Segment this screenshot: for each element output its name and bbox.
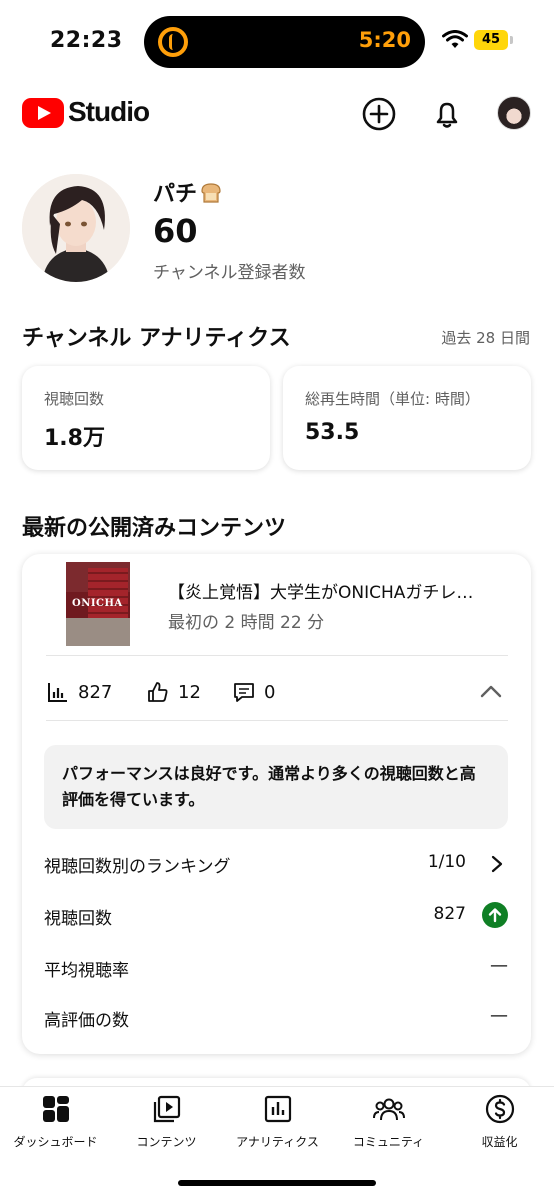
row-value: 1/10 bbox=[427, 852, 466, 872]
channel-profile: パチ 60 チャンネル登録者数 bbox=[0, 146, 554, 296]
likes-count: 12 bbox=[178, 681, 201, 703]
video-thumbnail[interactable]: ONICHA bbox=[66, 562, 130, 646]
metric-label: 総再生時間（単位: 時間） bbox=[305, 390, 480, 408]
nav-content[interactable]: コンテンツ bbox=[111, 1093, 222, 1157]
studio-logo-text[interactable]: Studio bbox=[68, 96, 150, 128]
nav-dashboard[interactable]: ダッシュボード bbox=[0, 1093, 111, 1157]
average-view-rate-row: 平均視聴率 — bbox=[44, 952, 508, 984]
timer-icon bbox=[158, 27, 188, 57]
views-count: 827 bbox=[78, 681, 113, 703]
analytics-title: チャンネル アナリティクス bbox=[22, 326, 291, 351]
latest-content-section: 最新の公開済みコンテンツ ONICHA 【炎上覚悟】大学生がONICHAガチレ…… bbox=[0, 496, 554, 1086]
performance-message: パフォーマンスは良好です。通常より多くの視聴回数と高評価を得ています。 bbox=[44, 745, 508, 829]
channel-analytics-section: チャンネル アナリティクス 過去 28 日間 視聴回数 1.8万 総再生時間（単… bbox=[0, 296, 554, 496]
monetization-icon bbox=[485, 1094, 514, 1124]
video-title[interactable]: 【炎上覚悟】大学生がONICHAガチレ… bbox=[168, 578, 503, 603]
notifications-bell-icon[interactable] bbox=[429, 96, 465, 132]
create-plus-icon[interactable] bbox=[361, 96, 397, 132]
analytics-icon bbox=[264, 1095, 291, 1123]
likes-row: 高評価の数 — bbox=[44, 1002, 508, 1034]
nav-label: コミュニティ bbox=[352, 1135, 425, 1149]
bar-chart-icon bbox=[48, 683, 67, 702]
metric-value: 53.5 bbox=[305, 420, 360, 445]
account-avatar[interactable] bbox=[497, 96, 531, 130]
comment-icon bbox=[234, 683, 254, 702]
content-icon bbox=[153, 1095, 180, 1123]
latest-video-card: ONICHA 【炎上覚悟】大学生がONICHAガチレ… 最初の 2 時間 22 … bbox=[22, 554, 531, 1054]
nav-label: コンテンツ bbox=[136, 1135, 197, 1149]
metric-label: 視聴回数 bbox=[44, 390, 105, 408]
latest-content-title: 最新の公開済みコンテンツ bbox=[22, 516, 287, 541]
island-timer-text: 5:20 bbox=[358, 28, 411, 52]
channel-name: パチ bbox=[153, 176, 223, 208]
bread-emoji-icon bbox=[201, 183, 221, 203]
subscriber-count: 60 bbox=[153, 212, 198, 250]
nav-community[interactable]: コミュニティ bbox=[333, 1093, 444, 1157]
chevron-up-icon[interactable] bbox=[478, 680, 504, 702]
thumbnail-text: ONICHA bbox=[72, 598, 123, 609]
nav-label: ダッシュボード bbox=[13, 1135, 98, 1149]
metric-value: 1.8万 bbox=[44, 426, 105, 451]
thumbs-up-icon bbox=[148, 682, 168, 702]
views-metric-card[interactable]: 視聴回数 1.8万 bbox=[22, 366, 270, 470]
youtube-logo-icon[interactable] bbox=[22, 98, 64, 128]
arrow-up-icon bbox=[482, 902, 508, 928]
views-row: 視聴回数 827 bbox=[44, 900, 508, 932]
chevron-right-icon bbox=[491, 855, 503, 873]
comments-stat: 0 bbox=[232, 678, 275, 706]
video-subtitle: 最初の 2 時間 22 分 bbox=[168, 613, 325, 633]
home-indicator[interactable] bbox=[178, 1180, 376, 1186]
nav-monetization[interactable]: 収益化 bbox=[444, 1093, 554, 1157]
row-label: 高評価の数 bbox=[44, 1011, 129, 1031]
row-value: — bbox=[490, 955, 508, 976]
status-bar: 22:23 5:20 45 bbox=[0, 0, 554, 84]
row-value: 827 bbox=[433, 904, 466, 924]
divider bbox=[46, 720, 508, 721]
ranking-row[interactable]: 視聴回数別のランキング 1/10 bbox=[44, 848, 508, 880]
youtube-studio-screen: 22:23 5:20 45 Studio パチ 60 チャンネル登録者数 チャン… bbox=[0, 0, 554, 1200]
nav-label: アナリティクス bbox=[236, 1135, 319, 1149]
row-label: 視聴回数 bbox=[44, 909, 112, 929]
battery-cap bbox=[510, 36, 513, 44]
channel-name-text: パチ bbox=[153, 182, 198, 207]
dynamic-island[interactable]: 5:20 bbox=[144, 16, 425, 68]
app-header: Studio bbox=[0, 84, 554, 146]
comments-count: 0 bbox=[264, 681, 276, 703]
row-value: — bbox=[490, 1005, 508, 1026]
analytics-period: 過去 28 日間 bbox=[441, 329, 530, 347]
divider bbox=[46, 655, 508, 656]
watch-time-metric-card[interactable]: 総再生時間（単位: 時間） 53.5 bbox=[283, 366, 531, 470]
nav-label: 収益化 bbox=[481, 1135, 518, 1149]
nav-analytics[interactable]: アナリティクス bbox=[222, 1093, 333, 1157]
row-label: 視聴回数別のランキング bbox=[44, 857, 231, 877]
dashboard-icon bbox=[42, 1096, 69, 1122]
wifi-icon bbox=[442, 30, 468, 48]
row-label: 平均視聴率 bbox=[44, 961, 129, 981]
community-icon bbox=[372, 1098, 405, 1121]
channel-avatar bbox=[22, 174, 130, 282]
views-stat: 827 bbox=[46, 678, 112, 706]
subscriber-label: チャンネル登録者数 bbox=[153, 263, 306, 283]
thumbnail-road bbox=[66, 618, 130, 646]
likes-stat: 12 bbox=[146, 678, 201, 706]
status-time: 22:23 bbox=[50, 28, 123, 53]
battery-icon: 45 bbox=[474, 30, 508, 50]
